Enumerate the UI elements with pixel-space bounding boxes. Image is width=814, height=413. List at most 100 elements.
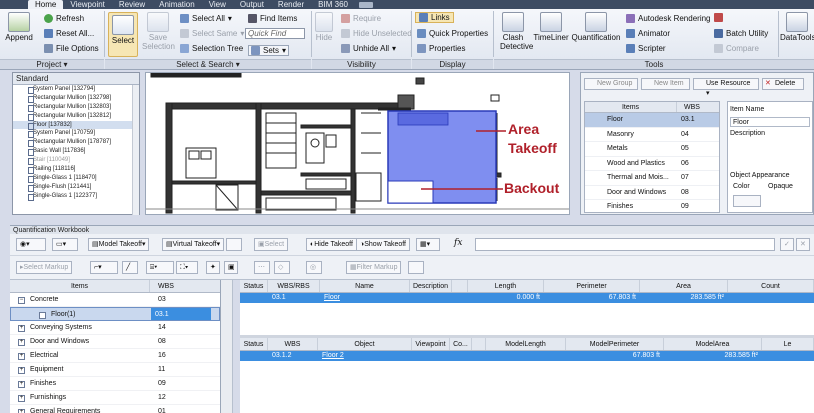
quick-find-input[interactable]: Quick Find bbox=[245, 28, 305, 39]
compare-button[interactable]: Compare bbox=[714, 44, 759, 53]
tree-item[interactable]: System Panel [170759] bbox=[13, 129, 139, 139]
column-header[interactable]: ModelArea bbox=[664, 338, 762, 350]
hide-takeoff-button[interactable]: ◐Hide Takeoff bbox=[306, 238, 357, 251]
tab-view[interactable]: View bbox=[202, 0, 233, 9]
tab-viewpoint[interactable]: Viewpoint bbox=[63, 0, 112, 9]
items-tree-row[interactable]: + Furnishings 12 bbox=[10, 391, 220, 405]
item-name-field[interactable]: Floor bbox=[730, 117, 810, 127]
properties-button[interactable]: Properties bbox=[417, 44, 465, 53]
model-takeoff-button[interactable]: ▤Model Takeoff▾ bbox=[88, 238, 150, 251]
use-resource-button[interactable]: Use Resource ▾ bbox=[693, 78, 759, 97]
erase-tool[interactable]: ◇ bbox=[274, 261, 290, 274]
items-tree-row[interactable]: + Door and Windows 08 bbox=[10, 335, 220, 349]
items-scrollbar[interactable] bbox=[221, 280, 233, 413]
tree-item[interactable]: Rectangular Mullion [132812] bbox=[13, 112, 139, 121]
column-header[interactable]: WBS bbox=[268, 338, 318, 350]
timeliner-button[interactable]: TimeLiner bbox=[532, 12, 570, 42]
append-button[interactable]: Append bbox=[4, 12, 34, 42]
batch-utility-button[interactable]: Batch Utility bbox=[714, 29, 768, 38]
column-header[interactable] bbox=[472, 338, 486, 350]
tab-home[interactable]: Home bbox=[28, 0, 64, 9]
hide-unselected-button[interactable]: Hide Unselected bbox=[341, 29, 412, 38]
resource-row[interactable]: Finishes 09 bbox=[585, 200, 719, 212]
tab-review[interactable]: Review bbox=[112, 0, 152, 9]
takeoff-options-button[interactable] bbox=[226, 238, 242, 251]
count-tool[interactable]: ✦ bbox=[206, 261, 220, 274]
tree-item[interactable]: Rectangular Mullion [178787] bbox=[13, 138, 139, 148]
column-header[interactable]: Description bbox=[410, 280, 452, 292]
virtual-takeoff-button[interactable]: ▤Virtual Takeoff▾ bbox=[162, 238, 225, 251]
model-viewport[interactable]: Area Takeoff Backout bbox=[145, 72, 570, 215]
autodesk-rendering-button[interactable]: Autodesk Rendering bbox=[626, 14, 711, 23]
file-options-button[interactable]: File Options bbox=[44, 44, 99, 53]
group-expander-icon[interactable]: + bbox=[18, 325, 25, 332]
require-button[interactable]: Require bbox=[341, 14, 381, 23]
tree-item[interactable]: Single-Glass 1 [118470] bbox=[13, 174, 139, 183]
column-header[interactable]: Length bbox=[468, 280, 544, 292]
color-swatch-button[interactable] bbox=[733, 195, 761, 207]
polyline-tool[interactable]: ⌐▾ bbox=[90, 261, 118, 274]
items-tree-row[interactable]: − Concrete 03 bbox=[10, 293, 220, 307]
resource-view-button[interactable]: ◉▾ bbox=[16, 238, 46, 251]
tree-item[interactable]: System Panel [132794] bbox=[13, 85, 139, 94]
item-view-button[interactable]: ▭▾ bbox=[52, 238, 78, 251]
tab-bim360[interactable]: BIM 360 bbox=[311, 0, 355, 9]
select-same-button[interactable]: Select Same ▾ bbox=[180, 29, 244, 38]
cancel-formula-button[interactable]: ✕ bbox=[796, 238, 810, 251]
column-header[interactable]: Status bbox=[240, 338, 268, 350]
column-header[interactable] bbox=[452, 280, 468, 292]
unhide-all-button[interactable]: Unhide All ▾ bbox=[341, 44, 396, 53]
column-header[interactable]: Le bbox=[762, 338, 814, 350]
group-expander-icon[interactable]: + bbox=[18, 395, 25, 402]
item-name-link[interactable]: Floor bbox=[324, 294, 340, 301]
column-header[interactable]: Count bbox=[728, 280, 814, 292]
links-button[interactable]: Links bbox=[415, 12, 454, 23]
group-expander-icon[interactable]: + bbox=[18, 381, 25, 388]
select-markup-button[interactable]: ▸Select Markup bbox=[16, 261, 73, 274]
scripter-button[interactable]: Scripter bbox=[626, 44, 666, 53]
selection-tree-dropdown[interactable]: Standard bbox=[13, 73, 139, 85]
backout-tool[interactable]: ◎ bbox=[306, 261, 322, 274]
bucket-fill-tool[interactable]: ⛶▾ bbox=[176, 261, 198, 274]
markup-options-button[interactable] bbox=[408, 261, 424, 274]
items-tree-row[interactable]: + Equipment 11 bbox=[10, 363, 220, 377]
column-header[interactable]: Status bbox=[240, 280, 268, 292]
tab-render[interactable]: Render bbox=[271, 0, 311, 9]
column-header[interactable]: Object bbox=[318, 338, 412, 350]
items-tree-row[interactable]: Floor(1) 03.1 bbox=[10, 307, 220, 321]
tree-item[interactable]: Stair [110049] bbox=[13, 156, 139, 166]
quick-properties-button[interactable]: Quick Properties bbox=[417, 29, 488, 38]
column-header[interactable]: WBS/RBS bbox=[268, 280, 320, 292]
items-tree-row[interactable]: + General Requirements 01 bbox=[10, 405, 220, 413]
item-takeoff-row[interactable]: 03.1 Floor 0.000 ft 67.803 ft 283.585 ft… bbox=[240, 293, 814, 303]
new-group-button[interactable]: New Group bbox=[584, 78, 638, 90]
column-header[interactable]: Viewpoint bbox=[412, 338, 450, 350]
resource-row[interactable]: Door and Windows 08 bbox=[585, 186, 719, 200]
items-tree-row[interactable]: + Finishes 09 bbox=[10, 377, 220, 391]
area-tool[interactable]: ⌸▾ bbox=[146, 261, 174, 274]
resource-row[interactable]: Floor 03.1 bbox=[585, 113, 719, 128]
group-expander-icon[interactable]: + bbox=[18, 367, 25, 374]
hide-button[interactable]: Hide bbox=[313, 12, 335, 42]
filter-markup-button[interactable]: ▦Filter Markup bbox=[346, 261, 402, 274]
find-items-button[interactable]: Find Items bbox=[248, 14, 297, 23]
panel-select-search[interactable]: Select & Search ▾ bbox=[105, 59, 311, 69]
tree-item[interactable]: Single-Glass 1 [122377] bbox=[13, 192, 139, 201]
columns-button[interactable]: ▦▾ bbox=[416, 238, 440, 251]
column-header[interactable]: Name bbox=[320, 280, 410, 292]
selection-tree-scrollbar[interactable] bbox=[132, 85, 139, 215]
select-takeoff-button[interactable]: ▣Select bbox=[254, 238, 289, 251]
group-expander-icon[interactable]: + bbox=[18, 409, 25, 413]
ribbon-options-icon[interactable] bbox=[358, 1, 373, 8]
column-header[interactable]: ModelLength bbox=[486, 338, 566, 350]
tab-output[interactable]: Output bbox=[233, 0, 271, 9]
delete-button[interactable]: ✕ Delete bbox=[762, 78, 804, 90]
object-takeoff-row[interactable]: 03.1.2 Floor 2 67.803 ft 283.585 ft² bbox=[240, 351, 814, 361]
object-name-link[interactable]: Floor 2 bbox=[322, 352, 344, 359]
resource-row[interactable]: Wood and Plastics 06 bbox=[585, 157, 719, 171]
accept-formula-button[interactable]: ✓ bbox=[780, 238, 794, 251]
refresh-button[interactable]: Refresh bbox=[44, 14, 84, 23]
column-header[interactable]: Perimeter bbox=[544, 280, 640, 292]
save-selection-button[interactable]: Save Selection bbox=[142, 12, 175, 51]
tree-item[interactable]: Basic Wall [117836] bbox=[13, 147, 139, 157]
